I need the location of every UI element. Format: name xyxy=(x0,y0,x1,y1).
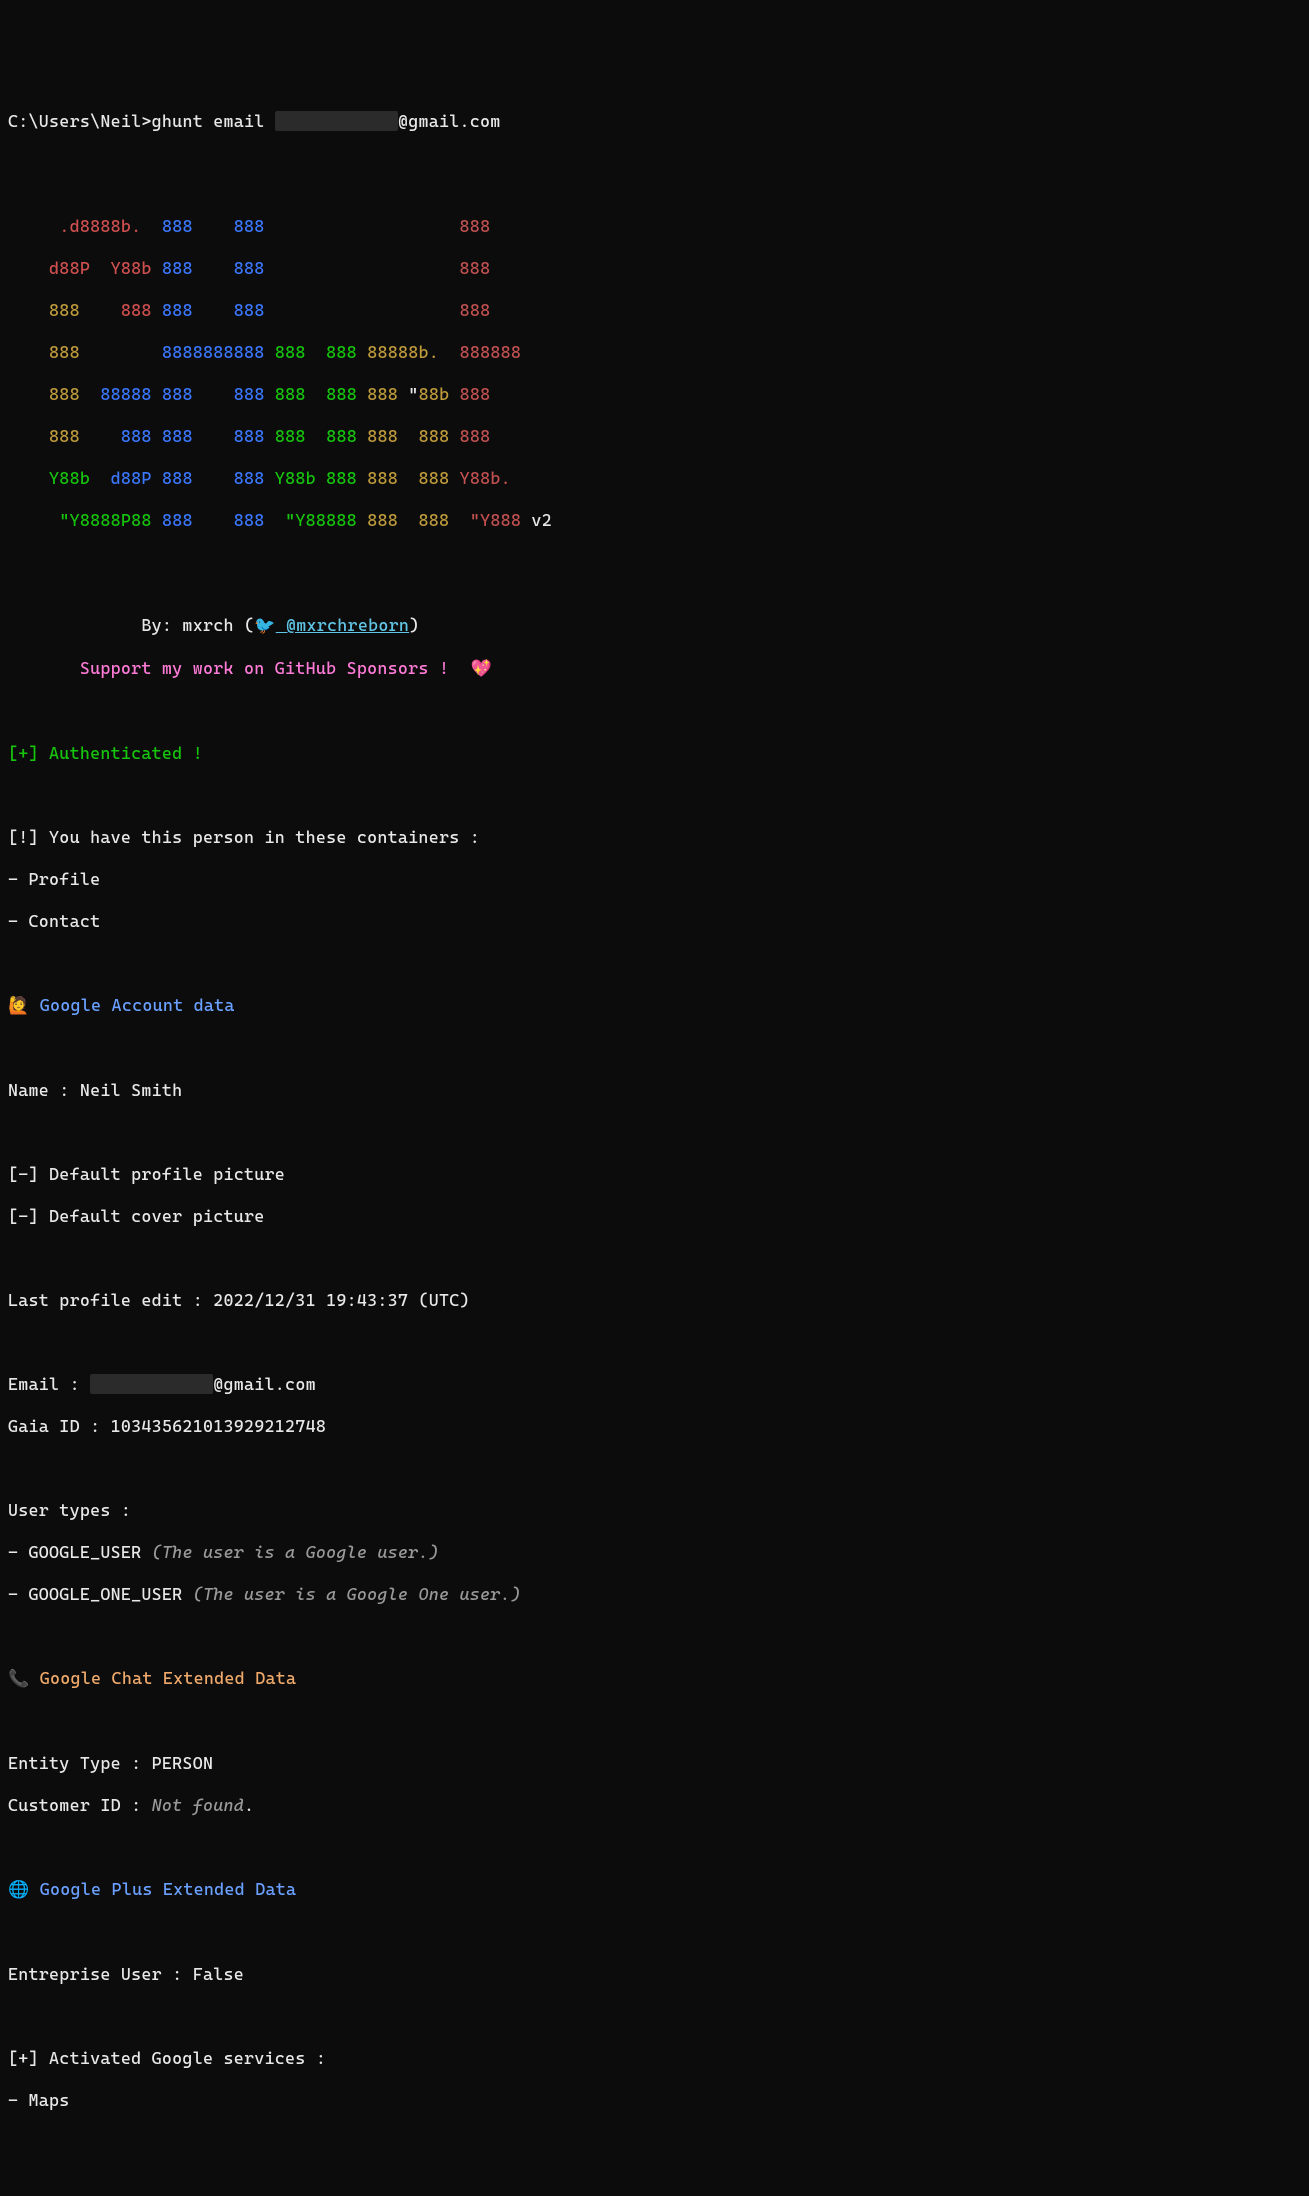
heart-icon: 💖 xyxy=(449,659,492,679)
containers-header: [!] You have this person in these contai… xyxy=(8,827,1301,848)
ascii-l3: 888 888 888 888 888 xyxy=(8,300,1301,321)
bird-icon: 🐦 xyxy=(254,616,275,636)
ascii-l7: Y88b d88P 888 888 Y88b 888 888 888 Y88b. xyxy=(8,468,1301,489)
section-plus: 🌐 Google Plus Extended Data xyxy=(8,1879,1301,1901)
blank xyxy=(8,552,1301,573)
last-edit: Last profile edit : 2022/12/31 19:43:37 … xyxy=(8,1290,1301,1311)
ascii-l2: d88P Y88b 888 888 888 xyxy=(8,258,1301,279)
entity-type: Entity Type : PERSON xyxy=(8,1753,1301,1774)
blank xyxy=(8,153,1301,174)
phone-icon: 📞 xyxy=(8,1669,29,1689)
section-account: 🙋 Google Account data xyxy=(8,995,1301,1017)
section-chat: 📞 Google Chat Extended Data xyxy=(8,1668,1301,1690)
user-types-header: User types : xyxy=(8,1500,1301,1521)
activated-maps: - Maps xyxy=(8,2090,1301,2111)
blank xyxy=(8,1122,1301,1143)
ascii-l6: 888 888 888 888 888 888 888 888 888 xyxy=(8,426,1301,447)
section-title: Google Account data xyxy=(29,995,234,1015)
command-line: C:\Users\Neil>ghunt email ████████████@g… xyxy=(8,111,1301,132)
ascii-l4: 888 8888888888 888 888 88888b. 888888 xyxy=(8,342,1301,363)
gaia-id: Gaia ID : 103435621013929212748 xyxy=(8,1416,1301,1437)
twitter-handle[interactable]: @mxrchreborn xyxy=(276,615,409,635)
ascii-l5: 888 88888 888 888 888 888 888 "88b 888 xyxy=(8,384,1301,405)
cover-pic: [-] Default cover picture xyxy=(8,1206,1301,1227)
blank xyxy=(8,701,1301,722)
section-title: Google Chat Extended Data xyxy=(29,1668,296,1688)
blank xyxy=(8,1038,1301,1059)
enterprise-user: Entreprise User : False xyxy=(8,1964,1301,1985)
email-line: Email : ████████████@gmail.com xyxy=(8,1374,1301,1395)
profile-pic: [-] Default profile picture xyxy=(8,1164,1301,1185)
blank xyxy=(8,1922,1301,1943)
customer-id: Customer ID : Not found. xyxy=(8,1795,1301,1816)
blank xyxy=(8,1248,1301,1269)
container-profile: - Profile xyxy=(8,869,1301,890)
prompt: C:\Users\Neil> xyxy=(8,111,152,131)
redacted-email: ████████████ xyxy=(90,1374,213,1394)
globe-icon: 🌐 xyxy=(8,1880,29,1900)
blank xyxy=(8,785,1301,806)
container-contact: - Contact xyxy=(8,911,1301,932)
blank xyxy=(8,1837,1301,1858)
blank xyxy=(8,1332,1301,1353)
user-type-2: - GOOGLE_ONE_USER (The user is a Google … xyxy=(8,1584,1301,1605)
byline: By: mxrch (🐦 @mxrchreborn) xyxy=(8,615,1301,637)
blank xyxy=(8,1458,1301,1479)
blank xyxy=(8,1626,1301,1647)
auth-status: [+] Authenticated ! xyxy=(8,743,1301,764)
command-post: @gmail.com xyxy=(398,111,501,131)
ascii-l8: "Y8888P88 888 888 "Y88888 888 888 "Y888 … xyxy=(8,510,1301,531)
person-icon: 🙋 xyxy=(8,996,29,1016)
support-line: Support my work on GitHub Sponsors ! 💖 xyxy=(8,658,1301,680)
blank xyxy=(8,1711,1301,1732)
activated-header: [+] Activated Google services : xyxy=(8,2048,1301,2069)
redacted-email: ████████████ xyxy=(275,111,398,131)
blank xyxy=(8,2006,1301,2027)
ascii-l1: .d8888b. 888 888 888 xyxy=(8,216,1301,237)
section-title: Google Plus Extended Data xyxy=(29,1879,296,1899)
user-type-1: - GOOGLE_USER (The user is a Google user… xyxy=(8,1542,1301,1563)
blank xyxy=(8,953,1301,974)
command-pre: ghunt email xyxy=(152,111,275,131)
